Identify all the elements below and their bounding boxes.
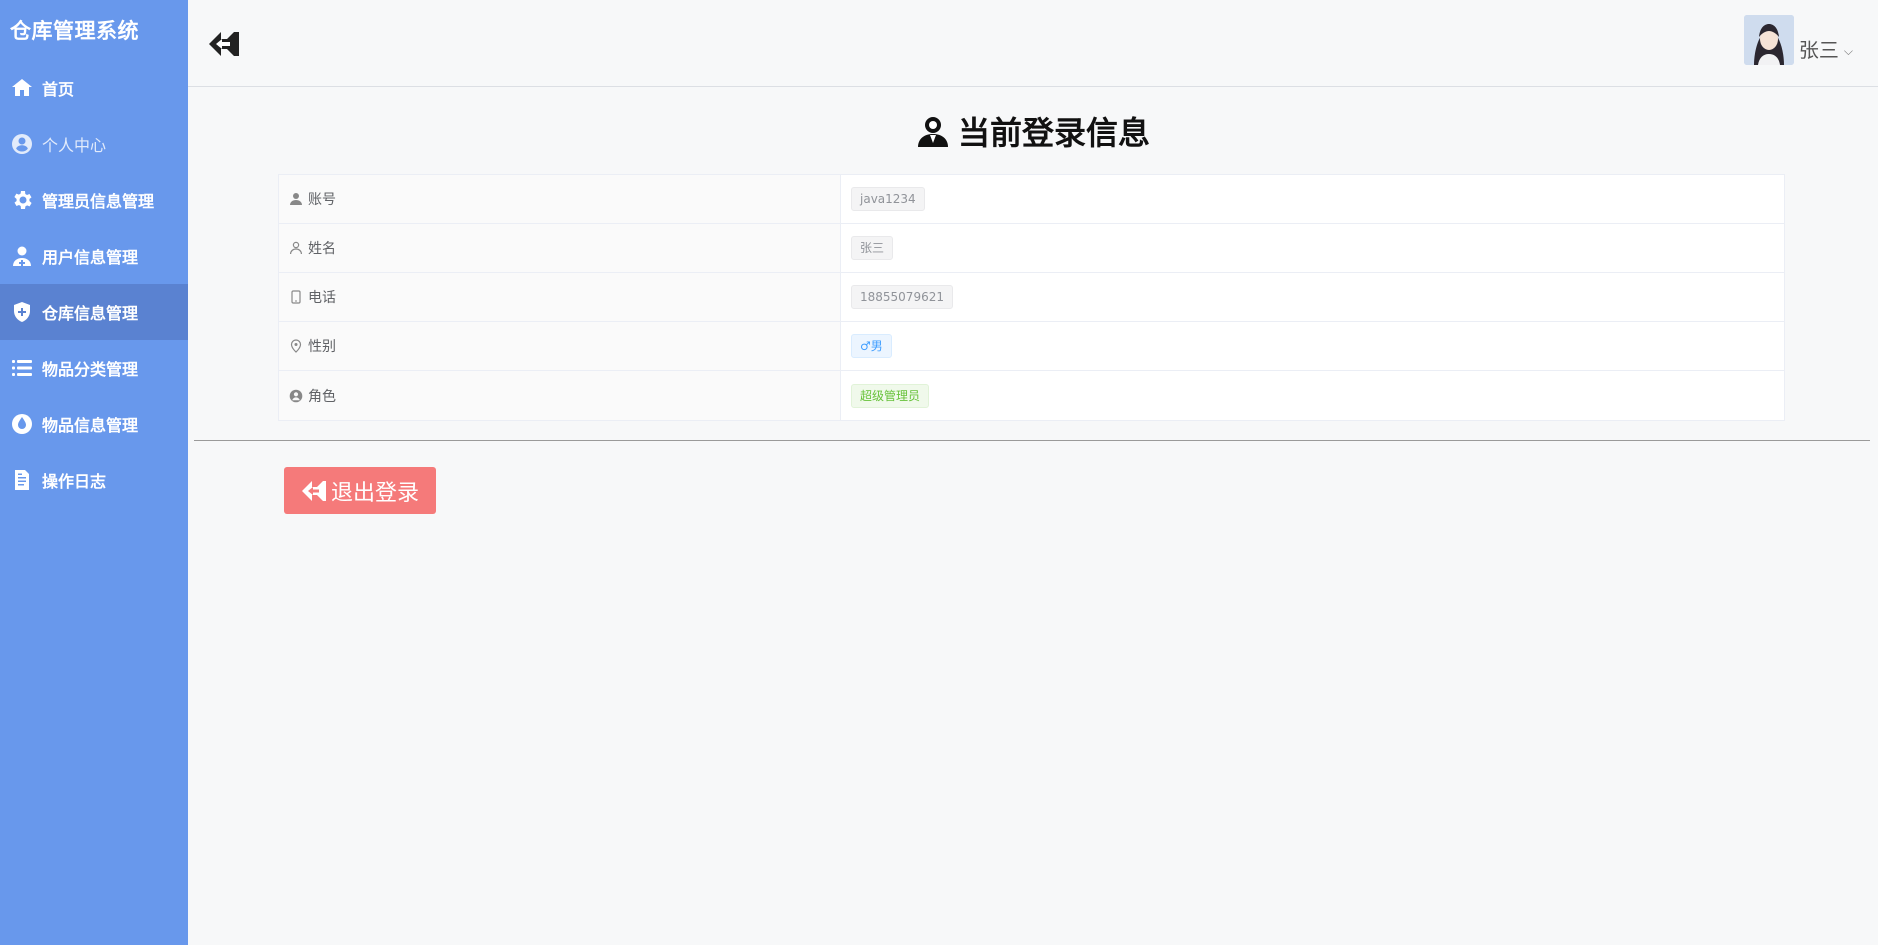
- sidebar-item-operation-log[interactable]: 操作日志: [0, 452, 188, 508]
- logout-label: 退出登录: [330, 480, 419, 506]
- info-label-account: 账号: [279, 175, 841, 223]
- home-icon: [9, 75, 35, 101]
- sidebar-item-user-management[interactable]: 用户信息管理: [0, 228, 188, 284]
- label-text: 性别: [308, 339, 336, 355]
- sidebar-item-label: 仓库信息管理: [42, 304, 139, 323]
- sidebar-item-goods-management[interactable]: 物品信息管理: [0, 396, 188, 452]
- info-value-gender: ♂男: [841, 322, 1784, 370]
- sidebar-item-admin-management[interactable]: 管理员信息管理: [0, 172, 188, 228]
- drop-icon: [9, 411, 35, 437]
- divider: [194, 440, 1870, 441]
- table-row: 账号 java1234: [279, 175, 1784, 224]
- sidebar-menu: 首页 个人中心 管理员信息管理 用户信息管理 仓库信息管理 物品分类管理 物品信…: [0, 60, 188, 508]
- user-icon: [289, 192, 303, 206]
- page-title: 当前登录信息: [188, 108, 1878, 154]
- main-content: 张三 ⌵ 当前登录信息 账号 java1234 姓名 张三 电话 1885507…: [188, 0, 1878, 945]
- logout-arrow-icon: [301, 480, 326, 501]
- top-header: 张三 ⌵: [188, 0, 1878, 87]
- sidebar-item-label: 操作日志: [42, 472, 107, 491]
- user-circle-icon: [9, 131, 35, 157]
- brand-title: 仓库管理系统: [10, 19, 139, 43]
- user-tie-icon: [917, 117, 948, 147]
- logout-button[interactable]: 退出登录: [284, 467, 436, 514]
- app-root: 仓库管理系统 首页 个人中心 管理员信息管理 用户信息管理 仓库信息管理 物品分…: [0, 0, 1878, 945]
- sidebar-item-label: 管理员信息管理: [42, 192, 155, 211]
- info-value-account: java1234: [841, 175, 1784, 223]
- page-title-text: 当前登录信息: [957, 114, 1150, 152]
- sidebar: 仓库管理系统 首页 个人中心 管理员信息管理 用户信息管理 仓库信息管理 物品分…: [0, 0, 188, 945]
- location-icon: [289, 339, 303, 353]
- sidebar-item-label: 用户信息管理: [42, 248, 139, 267]
- sidebar-item-profile[interactable]: 个人中心: [0, 116, 188, 172]
- gear-icon: [9, 187, 35, 213]
- table-row: 姓名 张三: [279, 224, 1784, 273]
- label-text: 姓名: [308, 241, 336, 257]
- table-row: 电话 18855079621: [279, 273, 1784, 322]
- label-text: 角色: [308, 388, 336, 405]
- label-text: 电话: [308, 290, 336, 306]
- name-tag: 张三: [851, 236, 894, 260]
- info-label-phone: 电话: [279, 273, 841, 321]
- info-label-name: 姓名: [279, 224, 841, 272]
- user-outline-icon: [289, 241, 303, 255]
- back-button[interactable]: [206, 26, 242, 62]
- sidebar-item-label: 首页: [42, 80, 75, 99]
- user-add-icon: [9, 243, 35, 269]
- sidebar-item-label: 物品信息管理: [42, 416, 139, 435]
- sidebar-item-category-management[interactable]: 物品分类管理: [0, 340, 188, 396]
- back-arrow-icon: [209, 32, 239, 56]
- list-icon: [9, 355, 35, 381]
- shield-icon: [9, 299, 35, 325]
- user-circle-icon: [289, 389, 303, 403]
- table-row: 角色 超级管理员: [279, 371, 1784, 420]
- sidebar-item-home[interactable]: 首页: [0, 60, 188, 116]
- info-value-name: 张三: [841, 224, 1784, 272]
- login-info-table: 账号 java1234 姓名 张三 电话 18855079621 性别 ♂男 角…: [278, 174, 1785, 421]
- user-menu[interactable]: 张三 ⌵: [1743, 15, 1853, 65]
- gender-tag: ♂男: [851, 334, 892, 358]
- chevron-down-icon: ⌵: [1843, 44, 1853, 58]
- table-row: 性别 ♂男: [279, 322, 1784, 371]
- sidebar-item-label: 物品分类管理: [42, 360, 139, 379]
- phone-tag: 18855079621: [851, 285, 953, 309]
- mobile-icon: [289, 290, 303, 304]
- sidebar-item-label: 个人中心: [42, 136, 107, 155]
- avatar: [1743, 15, 1794, 65]
- sidebar-item-warehouse-management[interactable]: 仓库信息管理: [0, 284, 188, 340]
- info-value-role: 超级管理员: [841, 371, 1784, 420]
- label-text: 账号: [308, 192, 336, 208]
- account-tag: java1234: [851, 187, 925, 211]
- role-tag: 超级管理员: [851, 383, 930, 408]
- info-label-role: 角色: [279, 371, 841, 420]
- info-label-gender: 性别: [279, 322, 841, 370]
- document-icon: [9, 467, 35, 493]
- info-value-phone: 18855079621: [841, 273, 1784, 321]
- user-name: 张三: [1798, 38, 1839, 62]
